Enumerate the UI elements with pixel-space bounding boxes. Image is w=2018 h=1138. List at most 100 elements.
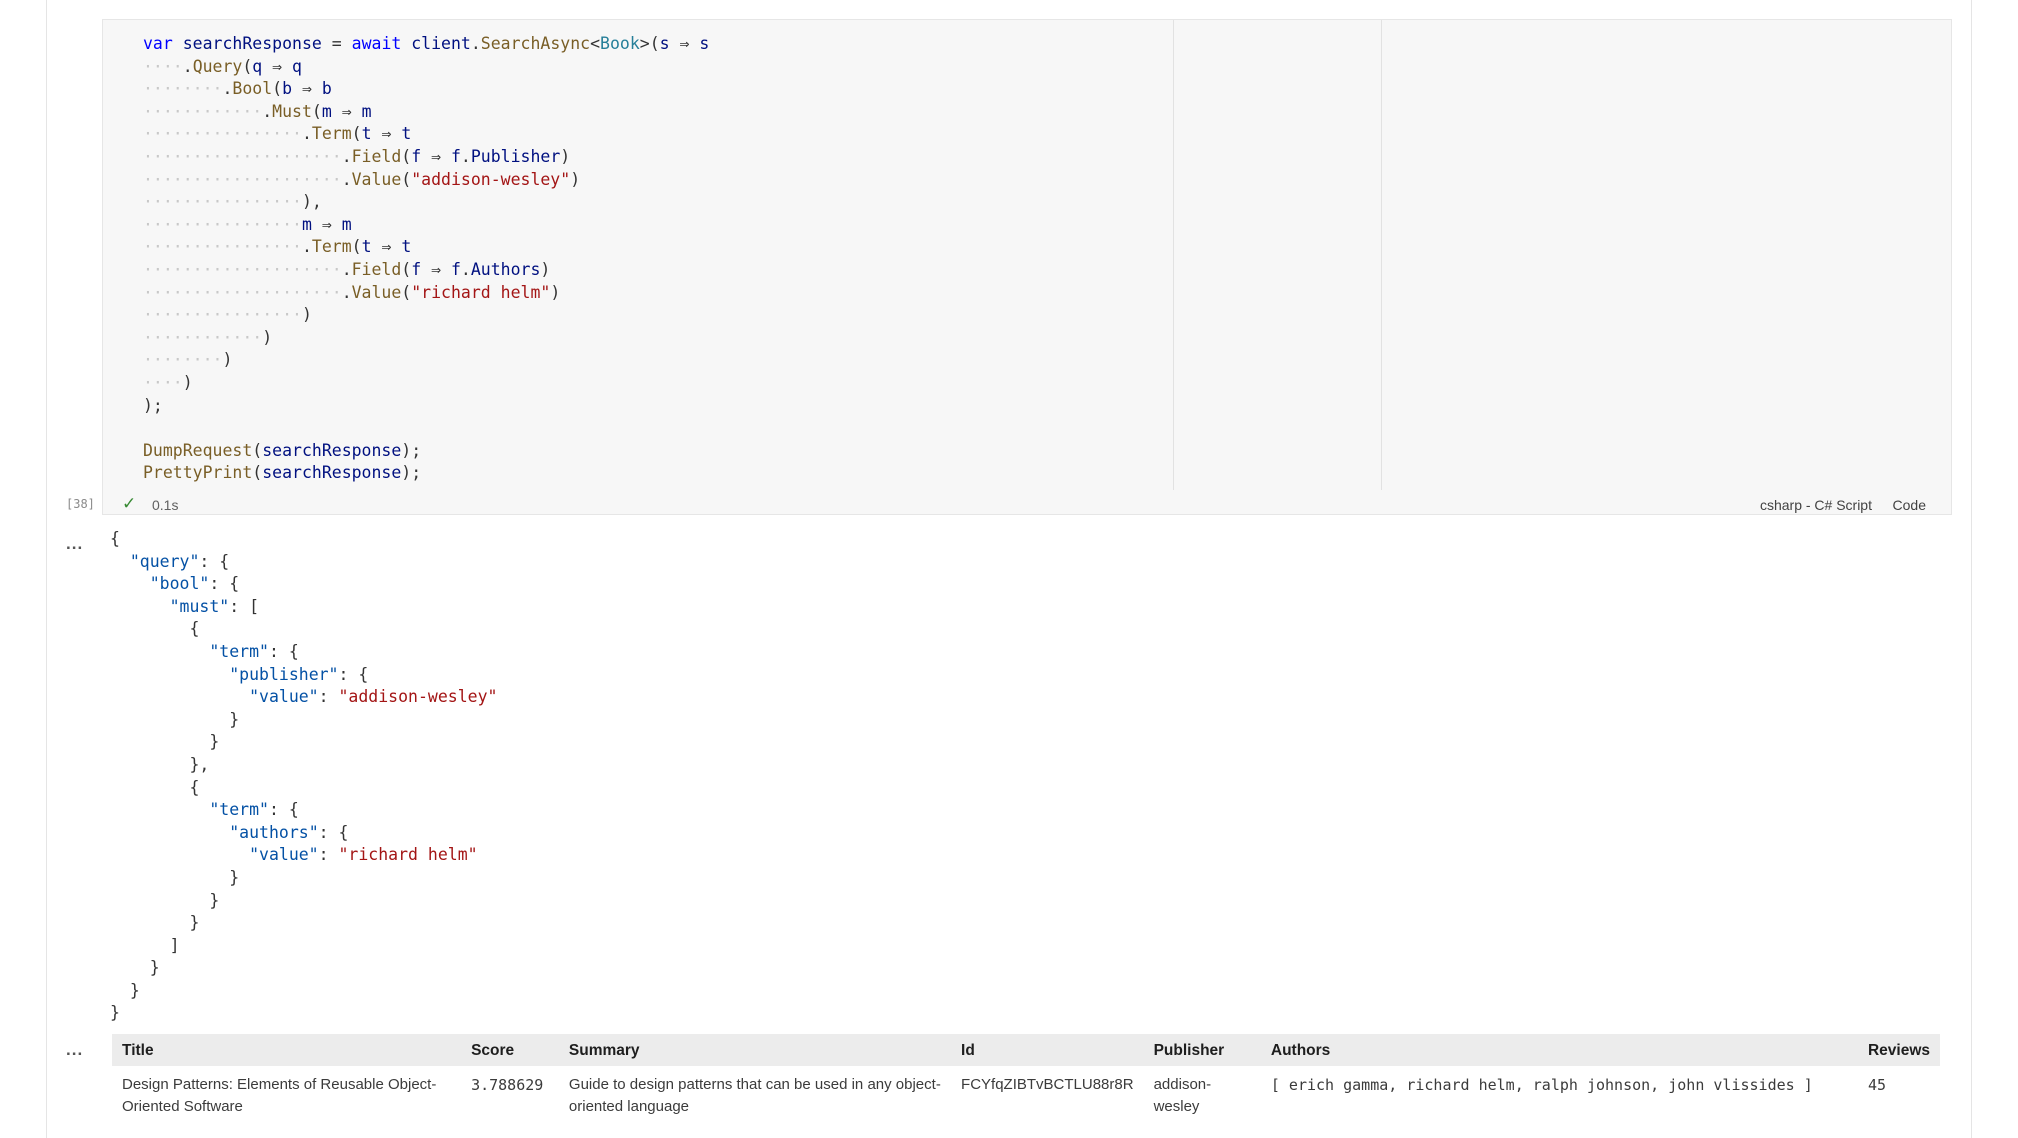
code-token: Value (351, 169, 402, 189)
code-token: m (301, 214, 312, 234)
code-token: ············ (143, 327, 263, 347)
cell-summary: Guide to design patterns that can be use… (568, 1076, 941, 1115)
json-token: "authors" (229, 822, 319, 842)
code-token: Term (311, 237, 352, 257)
json-token: { (110, 777, 200, 797)
code-token: Authors (470, 259, 541, 279)
code-token: b (321, 79, 332, 99)
json-token: "bool" (149, 574, 210, 594)
json-token: "publisher" (229, 664, 339, 684)
code-token: . (470, 34, 481, 53)
code-token: ) (560, 146, 571, 166)
code-token: . (182, 56, 193, 76)
code-line: ················) (143, 304, 709, 327)
code-token: . (341, 169, 352, 189)
code-token: Field (351, 146, 402, 166)
table-header-row: Title Score Summary Id Publisher Authors… (112, 1034, 1940, 1066)
json-line: } (110, 731, 497, 754)
code-token: ); (143, 395, 163, 415)
cell-status-bar: [38] ✓ 0.1s csharp - C# Script Code (46, 494, 1952, 518)
code-line: ····················.Value("richard helm… (143, 282, 709, 305)
code-token: ················ (143, 124, 302, 144)
json-line: }, (110, 754, 497, 777)
json-line: } (110, 867, 497, 890)
json-token: : { (199, 551, 230, 571)
code-token: f (411, 146, 422, 166)
json-token: } (110, 958, 160, 978)
json-token: { (110, 619, 200, 639)
json-line: "value": "richard helm" (110, 844, 497, 867)
code-token: ⇒ (431, 259, 442, 279)
editor-ruler (1173, 20, 1174, 490)
json-token: "addison-wesley" (338, 687, 498, 707)
code-token: s (659, 34, 670, 53)
json-line: "authors": { (110, 822, 497, 845)
cell-language-mode[interactable]: Code (1893, 497, 1926, 513)
code-token: ) (301, 305, 312, 325)
code-token: q (292, 56, 302, 76)
code-token: ···················· (143, 259, 342, 279)
output-more-actions-icon[interactable]: ... (66, 534, 83, 554)
json-line: } (110, 1002, 497, 1025)
code-token: ···· (143, 56, 183, 76)
output-more-actions-icon[interactable]: ... (66, 1040, 83, 1060)
json-token: : { (209, 574, 240, 594)
code-line: ····················.Value("addison-wesl… (143, 169, 709, 192)
code-token: Publisher (470, 146, 561, 166)
code-line: ················.Term(t ⇒ t (143, 123, 709, 146)
json-token: : (318, 687, 339, 707)
code-token: Must (272, 101, 312, 121)
code-token: . (222, 79, 233, 99)
json-line: } (110, 957, 497, 980)
code-cell-editor[interactable]: var searchResponse = await client.Search… (102, 19, 1952, 515)
code-token: . (262, 101, 273, 121)
code-token: ( (252, 440, 263, 460)
code-token: searchResponse (262, 463, 402, 483)
code-token: ) (182, 372, 193, 392)
code-token: ⇒ (679, 34, 690, 53)
json-token: }, (110, 754, 210, 774)
code-lines[interactable]: var searchResponse = await client.Search… (143, 33, 709, 485)
json-token: } (110, 867, 240, 887)
code-token: ) (262, 327, 273, 347)
json-line: "term": { (110, 641, 497, 664)
code-token: ( (351, 124, 362, 144)
cell-authors: [ erich gamma, richard helm, ralph johns… (1270, 1076, 1813, 1094)
success-check-icon: ✓ (122, 494, 137, 513)
code-token: Value (351, 282, 402, 302)
code-token: t (401, 124, 412, 144)
code-token: . (460, 146, 471, 166)
json-output: { "query": { "bool": { "must": [ { "term… (110, 528, 497, 1025)
code-token: >( (639, 34, 660, 53)
code-token: < (590, 34, 601, 53)
json-line: { (110, 618, 497, 641)
kernel-picker[interactable]: csharp - C# Script (1760, 497, 1872, 513)
code-line: ········.Bool(b ⇒ b (143, 78, 709, 101)
execution-duration: 0.1s (152, 497, 179, 513)
code-token: ···· (143, 372, 183, 392)
json-token: } (110, 1003, 120, 1023)
code-token: Bool (232, 79, 273, 99)
code-line: PrettyPrint(searchResponse); (143, 462, 709, 485)
column-header-score: Score (461, 1034, 559, 1066)
code-token: ···················· (143, 146, 342, 166)
code-token: ········ (143, 350, 223, 370)
code-token: t (401, 237, 412, 257)
json-token: { (110, 529, 120, 548)
code-line: ················m ⇒ m (143, 214, 709, 237)
code-token: ············ (143, 101, 263, 121)
code-token: ⇒ (431, 146, 442, 166)
